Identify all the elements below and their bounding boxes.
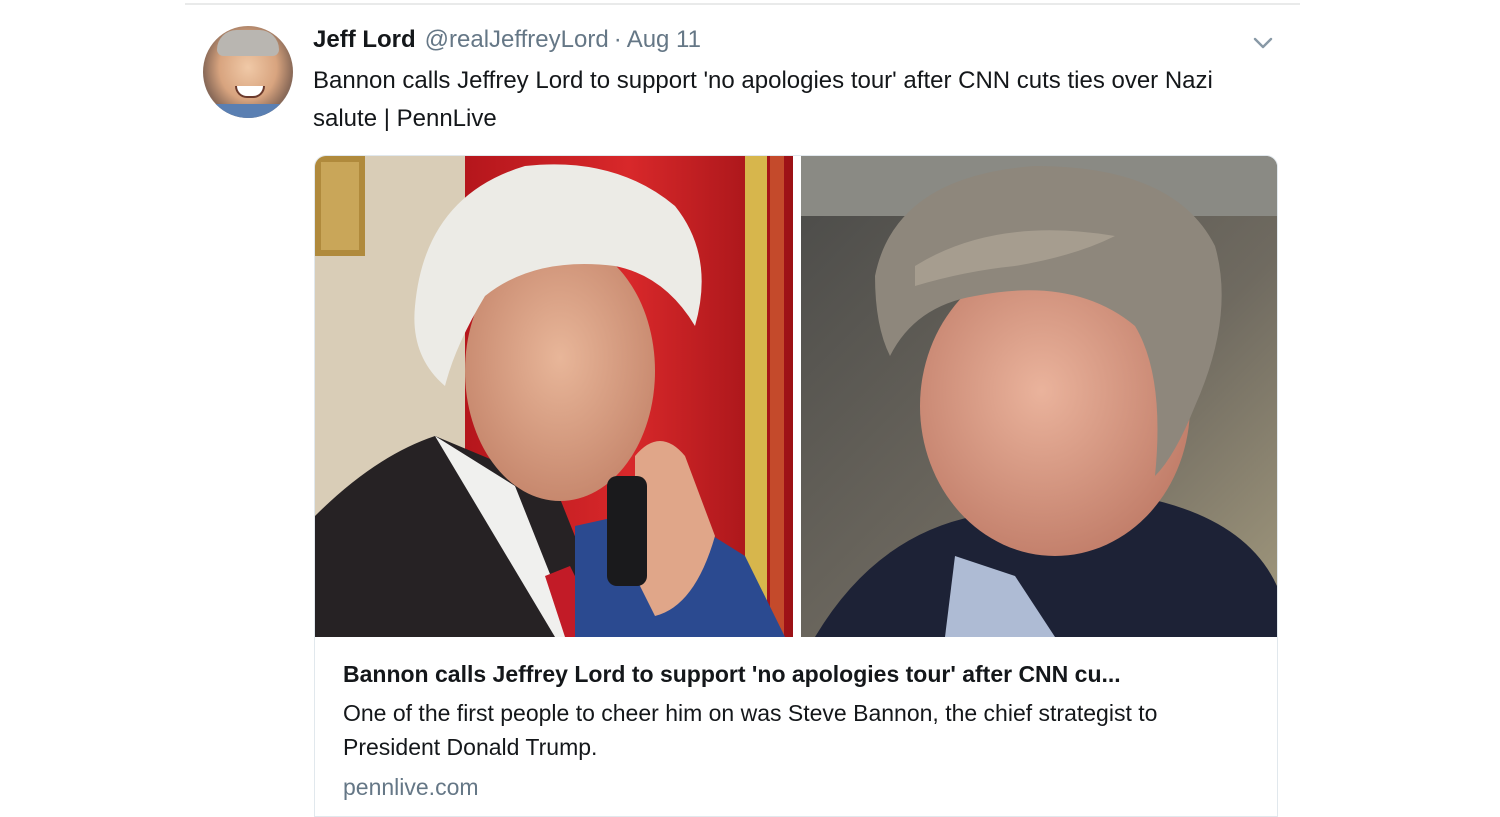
card-title[interactable]: Bannon calls Jeffrey Lord to support 'no… — [343, 658, 1255, 690]
chevron-down-icon[interactable] — [1250, 30, 1276, 56]
avatar-hair — [217, 30, 279, 56]
avatar[interactable] — [203, 26, 293, 118]
photo-divider — [793, 156, 801, 637]
avatar-shirt — [203, 104, 293, 118]
link-card[interactable]: Bannon calls Jeffrey Lord to support 'no… — [314, 155, 1278, 817]
left-photo — [315, 156, 793, 637]
author-handle[interactable]: @realJeffreyLord — [425, 26, 609, 54]
tweet-header: Jeff Lord @realJeffreyLord · Aug 11 — [313, 26, 701, 56]
card-text: Bannon calls Jeffrey Lord to support 'no… — [343, 658, 1255, 802]
tweet[interactable]: Jeff Lord @realJeffreyLord · Aug 11 Bann… — [0, 0, 1500, 817]
author-name[interactable]: Jeff Lord — [313, 26, 416, 54]
card-image[interactable] — [315, 156, 1277, 637]
card-domain: pennlive.com — [343, 774, 479, 800]
card-description: One of the first people to cheer him on … — [343, 700, 1158, 760]
avatar-smile — [235, 86, 265, 98]
tweet-text: Bannon calls Jeffrey Lord to support 'no… — [313, 67, 1213, 132]
tweet-date[interactable]: Aug 11 — [627, 26, 701, 54]
right-photo — [801, 156, 1277, 637]
separator-dot: · — [613, 26, 622, 53]
